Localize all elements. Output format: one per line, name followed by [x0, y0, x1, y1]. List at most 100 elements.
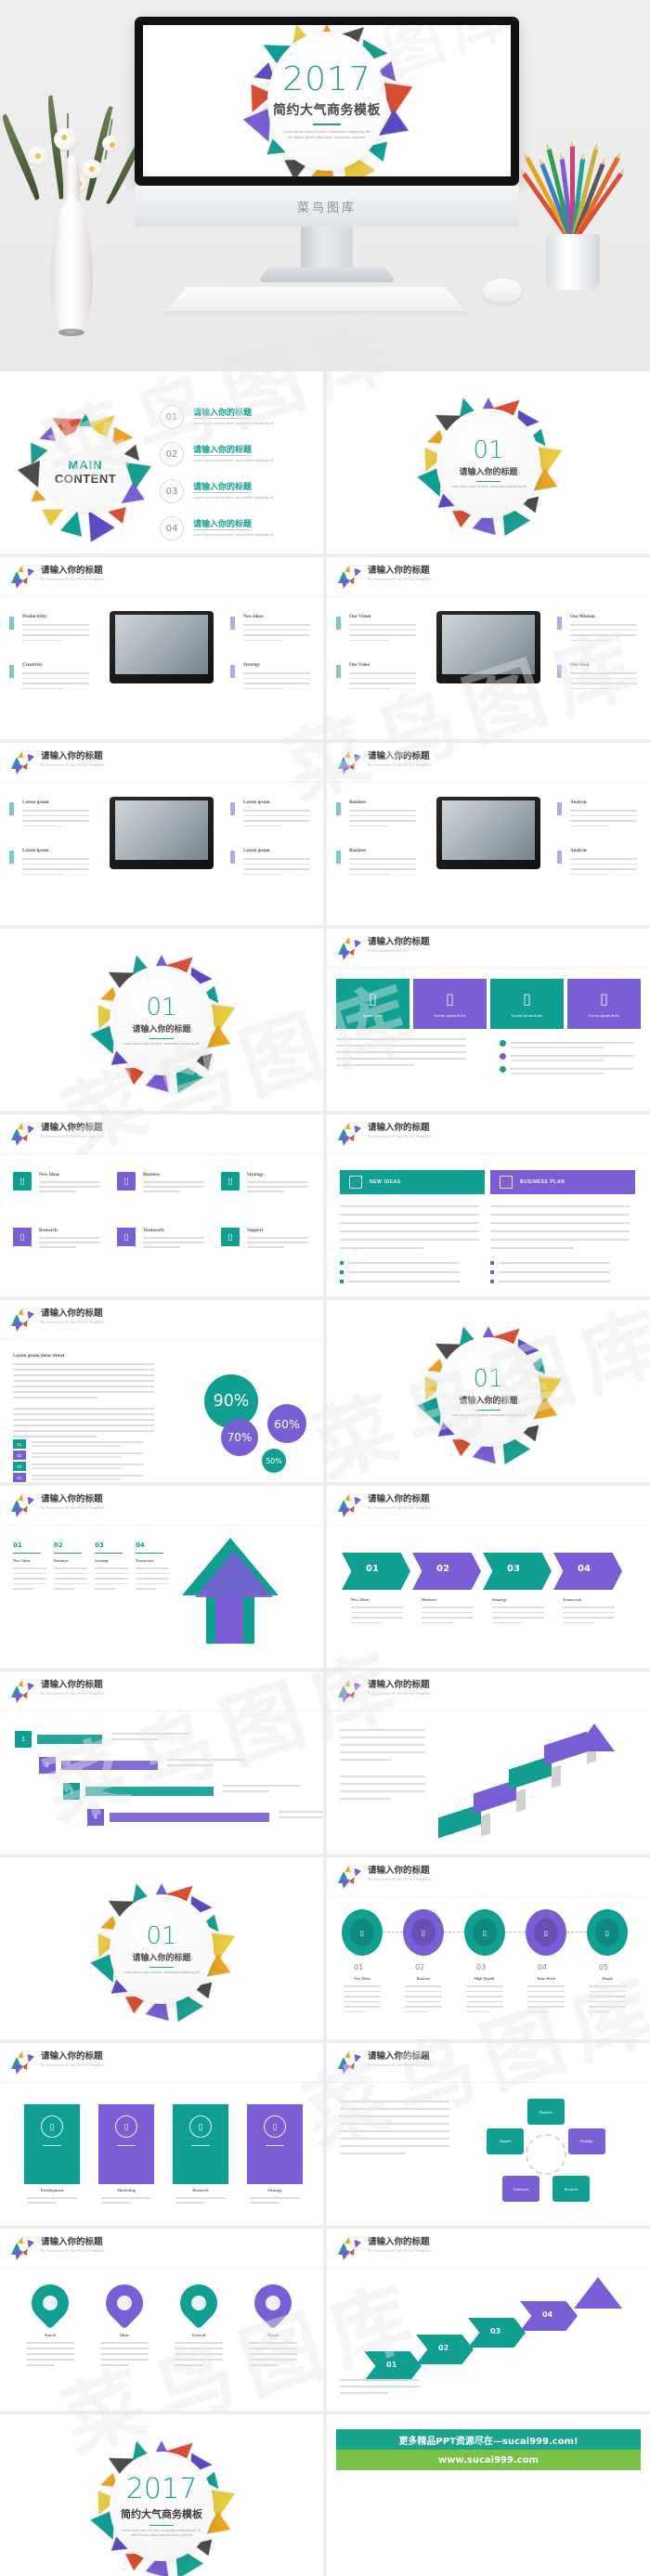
block-heading: Lorem ipsum	[22, 849, 49, 853]
text-placeholder-line	[405, 2000, 442, 2003]
header-divider	[327, 1896, 650, 1897]
text-placeholder-line	[39, 1242, 100, 1243]
gantt-bar[interactable]	[110, 1813, 269, 1822]
card[interactable]: ▯ Lorem ipsum dolor	[567, 979, 641, 1029]
block-heading: Our Goal	[570, 663, 590, 668]
gantt-bar[interactable]	[61, 1761, 158, 1770]
pillar-rule	[43, 2145, 61, 2147]
text-placeholder-line	[466, 2006, 503, 2008]
text-placeholder-line	[405, 1996, 442, 1997]
card[interactable]: ▯ Lorem ipsum dolor	[413, 979, 487, 1029]
text-placeholder-line	[13, 1374, 154, 1376]
accent-bar	[336, 665, 341, 678]
text-placeholder-line	[466, 1996, 503, 1997]
slide-thumbnail[interactable]: 01 请输入你的标题 Lorem ipsum dolor sit amet, con…	[327, 1300, 650, 1482]
text-placeholder-line	[349, 858, 416, 860]
slide-thumbnail[interactable]: 01 请输入你的标题 Lorem ipsum dolor sit amet, con…	[327, 371, 650, 553]
cell-icon[interactable]: ▯	[117, 1228, 136, 1246]
divider-ring: 2017 简约大气商务模板 Lorem ipsum dolor sit amet, …	[0, 2414, 323, 2576]
text-placeholder-line	[340, 2130, 449, 2132]
cell-icon[interactable]: ▯	[117, 1172, 136, 1190]
list-line	[32, 1467, 121, 1469]
slide-thumbnail[interactable]: 请输入你的标题 Professional PowerPoint template 0…	[327, 1486, 650, 1668]
gantt-bar[interactable]	[85, 1787, 214, 1796]
slide-thumbnail[interactable]: 请输入你的标题 Professional PowerPoint template S…	[0, 2229, 323, 2411]
slide-thumbnail[interactable]: 请输入你的标题 Professional PowerPoint template ▯…	[0, 1114, 323, 1296]
divider-ring: 01 请输入你的标题 Lorem ipsum dolor sit amet, con…	[0, 1857, 323, 2039]
slide-subtitle: Professional PowerPoint template	[41, 1134, 106, 1138]
slide-thumbnail[interactable]: 请输入你的标题 Professional PowerPoint template L…	[0, 1300, 323, 1482]
slide-thumbnail[interactable]: 请输入你的标题 Professional PowerPoint template O…	[327, 557, 650, 739]
text-placeholder-line	[100, 2342, 149, 2344]
slide-thumbnail[interactable]: 请输入你的标题 Professional PowerPoint template ▯…	[327, 1857, 650, 2039]
text-placeholder-line	[13, 1369, 154, 1371]
gantt-bar[interactable]	[37, 1735, 102, 1744]
text-placeholder-line	[22, 863, 89, 865]
text-placeholder-line	[466, 1990, 503, 1993]
step-rule	[95, 1553, 123, 1555]
slide-thumbnail[interactable]: 请输入你的标题 Professional PowerPoint template	[327, 1672, 650, 1854]
slide-thumbnail[interactable]: 请输入你的标题 Professional PowerPoint template L…	[0, 743, 323, 925]
slide-title: 请输入你的标题	[368, 1680, 430, 1690]
text-placeholder-line	[247, 1186, 308, 1188]
text-placeholder-line	[344, 2006, 381, 2008]
cover-year: 2017	[125, 2472, 198, 2505]
slide-thumbnail[interactable]: 更多精品PPT资源尽在—sucai999.com! www.sucai999.co…	[327, 2414, 650, 2576]
card[interactable]: ▯ Ipsum dolor	[336, 979, 410, 1029]
slide-thumbnail[interactable]: MAIN CONTENT 01 请输入你的标题 Lorem ipsum dolor si…	[0, 371, 323, 553]
bar[interactable]: BUSINESS PLAN	[490, 1170, 635, 1194]
cycle-segment[interactable]: Business	[527, 2099, 565, 2125]
pencil-cup-decoration	[518, 111, 630, 297]
slide-thumbnail[interactable]: 请输入你的标题 Professional PowerPoint template B…	[327, 743, 650, 925]
slide-thumbnail[interactable]: 请输入你的标题 Professional PowerPoint template 0…	[0, 1486, 323, 1668]
slide-thumbnail[interactable]: 请输入你的标题 Professional PowerPoint template 0…	[327, 2229, 650, 2411]
card-icon: ▯	[446, 992, 454, 1008]
cycle-segment[interactable]: Strategy	[567, 2127, 605, 2154]
slide-thumbnail[interactable]: 请输入你的标题 Professional PowerPoint template B…	[327, 2043, 650, 2225]
text-placeholder-line	[336, 1051, 466, 1053]
cell-icon[interactable]: ▯	[13, 1228, 32, 1246]
text-placeholder-line	[349, 820, 416, 822]
text-placeholder-line	[175, 2353, 223, 2355]
slide-thumbnail[interactable]: 请输入你的标题 With alphabetical list ▯ Ipsum dolo…	[327, 929, 650, 1111]
slide-thumbnail[interactable]: 2017 简约大气商务模板 Lorem ipsum dolor sit amet, …	[0, 2414, 323, 2576]
cell-icon[interactable]: ▯	[13, 1172, 32, 1190]
card[interactable]: ▯ Lorem ipsum dolor	[490, 979, 564, 1029]
circle-inner: ▯	[595, 1919, 619, 1946]
text-placeholder-line	[39, 1190, 76, 1192]
text-placeholder-line	[13, 1582, 46, 1585]
slide-logo-icon	[338, 2050, 362, 2075]
slide-thumbnail[interactable]: 请输入你的标题 Professional PowerPoint template N…	[327, 1114, 650, 1296]
text-placeholder-line	[243, 810, 310, 812]
bubble-50%[interactable]: 50%	[262, 1449, 286, 1473]
text-placeholder-line	[22, 677, 89, 680]
block-heading: Our Vision	[349, 615, 371, 619]
cell-icon[interactable]: ▯	[221, 1172, 240, 1190]
cycle-segment[interactable]: Support	[487, 2127, 525, 2154]
text-placeholder-line	[243, 624, 310, 626]
text-placeholder-line	[22, 629, 89, 631]
list-number: 01	[13, 1439, 26, 1449]
slide-thumbnail[interactable]: 请输入你的标题 Professional PowerPoint template ▯…	[0, 2043, 323, 2225]
list-number: 04	[13, 1473, 26, 1482]
text-placeholder-line	[27, 2202, 58, 2204]
cycle-segment[interactable]: Research	[552, 2176, 591, 2203]
bubble-70%[interactable]: 70%	[221, 1419, 258, 1456]
slide-thumbnail[interactable]: 请输入你的标题 Professional PowerPoint template P…	[0, 557, 323, 739]
text-placeholder-line	[344, 2000, 381, 2003]
pin-icon	[266, 2296, 280, 2310]
bar[interactable]: NEW IDEAS	[340, 1170, 485, 1194]
cell-heading: Research	[39, 1229, 58, 1233]
slide-logo-icon	[11, 750, 35, 775]
bubble-60%[interactable]: 60%	[267, 1404, 306, 1443]
slide-thumbnail[interactable]: 请输入你的标题 Professional PowerPoint template 1…	[0, 1672, 323, 1854]
cycle-segment[interactable]: Teamwork	[501, 2176, 540, 2203]
text-placeholder-line	[344, 1990, 381, 1993]
text-placeholder-line	[54, 1572, 87, 1575]
text-placeholder-line	[247, 1181, 308, 1183]
slide-thumbnail[interactable]: 01 请输入你的标题 Lorem ipsum dolor sit amet, con…	[0, 929, 323, 1111]
accent-bar	[557, 617, 562, 630]
cell-icon[interactable]: ▯	[221, 1228, 240, 1246]
slide-thumbnail[interactable]: 01 请输入你的标题 Lorem ipsum dolor sit amet, con…	[0, 1857, 323, 2039]
agenda-item-number: 01	[160, 405, 184, 429]
